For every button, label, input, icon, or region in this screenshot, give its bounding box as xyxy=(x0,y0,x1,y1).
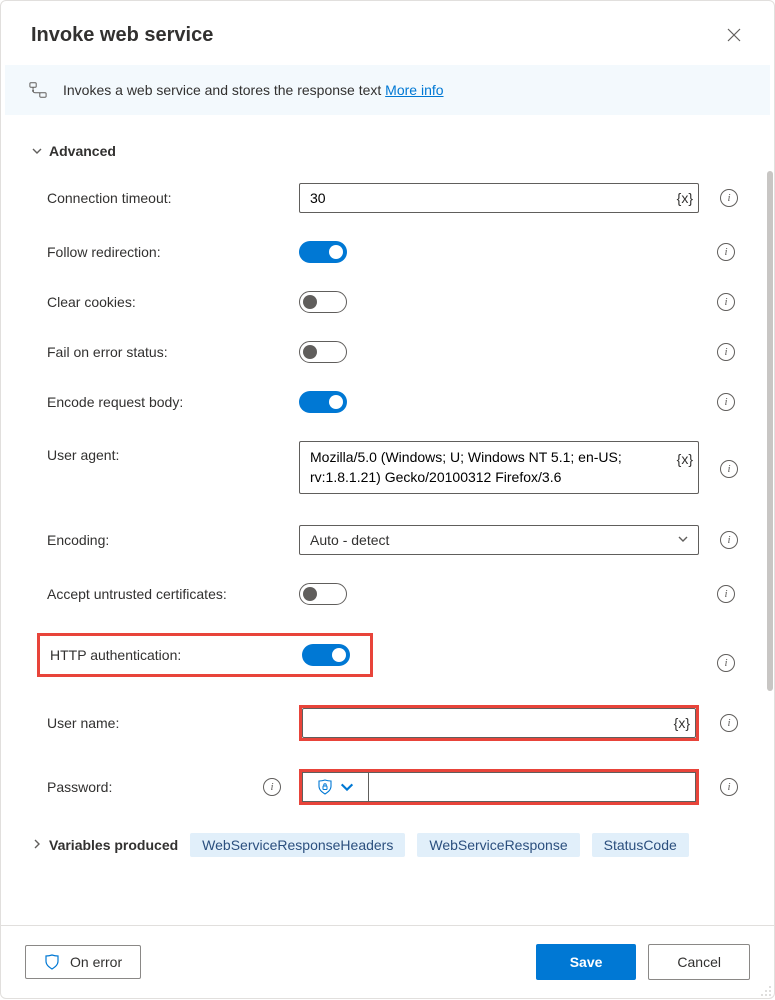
label-connection-timeout: Connection timeout: xyxy=(47,190,287,206)
label-encode-body: Encode request body: xyxy=(47,394,287,410)
shield-icon xyxy=(44,954,60,970)
save-button[interactable]: Save xyxy=(536,944,637,980)
info-icon[interactable]: i xyxy=(717,393,735,411)
dialog-body: Advanced Connection timeout: {x} i Follo… xyxy=(1,115,774,925)
encoding-select[interactable]: Auto - detect xyxy=(299,525,699,555)
info-icon[interactable]: i xyxy=(720,189,738,207)
label-accept-untrusted: Accept untrusted certificates: xyxy=(47,586,287,602)
follow-redirection-toggle[interactable] xyxy=(299,241,347,263)
variable-chip[interactable]: WebServiceResponse xyxy=(417,833,579,857)
variable-picker-icon[interactable]: {x} xyxy=(674,715,690,731)
banner-description: Invokes a web service and stores the res… xyxy=(63,82,385,98)
variables-produced-row: Variables produced WebServiceResponseHea… xyxy=(31,833,744,857)
label-follow-redirection: Follow redirection: xyxy=(47,244,287,260)
shield-lock-icon xyxy=(317,779,333,795)
http-auth-toggle[interactable] xyxy=(302,644,350,666)
info-icon[interactable]: i xyxy=(717,585,735,603)
variables-produced-header[interactable]: Variables produced xyxy=(31,837,178,853)
resize-grip[interactable] xyxy=(760,984,772,996)
close-button[interactable] xyxy=(718,19,750,51)
variable-chip[interactable]: StatusCode xyxy=(592,833,689,857)
row-user-agent: User agent: Mozilla/5.0 (Windows; U; Win… xyxy=(31,441,744,497)
variable-chip[interactable]: WebServiceResponseHeaders xyxy=(190,833,405,857)
dialog-title: Invoke web service xyxy=(31,24,213,47)
label-fail-on-error: Fail on error status: xyxy=(47,344,287,360)
clear-cookies-toggle[interactable] xyxy=(299,291,347,313)
info-icon[interactable]: i xyxy=(717,654,735,672)
row-encoding: Encoding: Auto - detect i xyxy=(31,525,744,555)
advanced-section-header[interactable]: Advanced xyxy=(31,143,744,159)
chevron-down-icon xyxy=(31,145,43,157)
info-icon[interactable]: i xyxy=(720,531,738,549)
more-info-link[interactable]: More info xyxy=(385,82,443,98)
row-http-auth: HTTP authentication: xyxy=(37,633,373,677)
advanced-label: Advanced xyxy=(49,143,116,159)
row-clear-cookies: Clear cookies: i xyxy=(31,291,744,313)
on-error-button[interactable]: On error xyxy=(25,945,141,979)
label-password: Password: xyxy=(47,779,287,795)
fail-on-error-toggle[interactable] xyxy=(299,341,347,363)
invoke-web-service-dialog: Invoke web service Invokes a web service… xyxy=(0,0,775,999)
chevron-right-icon xyxy=(31,837,43,853)
info-icon[interactable]: i xyxy=(720,778,738,796)
row-http-auth-outer: HTTP authentication: i xyxy=(31,633,744,693)
banner-text: Invokes a web service and stores the res… xyxy=(63,82,444,98)
variables-produced-label: Variables produced xyxy=(49,837,178,853)
row-fail-on-error: Fail on error status: i xyxy=(31,341,744,363)
row-encode-body: Encode request body: i xyxy=(31,391,744,413)
on-error-label: On error xyxy=(70,954,122,970)
accept-untrusted-toggle[interactable] xyxy=(299,583,347,605)
row-username: User name: {x} i xyxy=(31,705,744,741)
scrollbar[interactable] xyxy=(767,131,773,918)
info-icon[interactable]: i xyxy=(720,460,738,478)
row-password: Password: i i xyxy=(31,769,744,805)
label-clear-cookies: Clear cookies: xyxy=(47,294,287,310)
info-icon[interactable]: i xyxy=(717,243,735,261)
variable-picker-icon[interactable]: {x} xyxy=(677,190,693,206)
cancel-button[interactable]: Cancel xyxy=(648,944,750,980)
dialog-footer: On error Save Cancel xyxy=(1,925,774,998)
username-input[interactable] xyxy=(302,708,696,738)
label-http-auth: HTTP authentication: xyxy=(50,647,290,663)
info-icon[interactable]: i xyxy=(717,343,735,361)
info-banner: Invokes a web service and stores the res… xyxy=(5,65,770,115)
web-service-icon xyxy=(29,81,47,99)
label-user-agent: User agent: xyxy=(47,441,287,463)
password-input[interactable] xyxy=(368,772,696,802)
label-username: User name: xyxy=(47,715,287,731)
variable-picker-icon[interactable]: {x} xyxy=(677,451,693,467)
chevron-down-icon xyxy=(339,779,355,795)
row-follow-redirection: Follow redirection: i xyxy=(31,241,744,263)
info-icon[interactable]: i xyxy=(720,714,738,732)
label-encoding: Encoding: xyxy=(47,532,287,548)
user-agent-input[interactable]: Mozilla/5.0 (Windows; U; Windows NT 5.1;… xyxy=(299,441,699,494)
row-accept-untrusted: Accept untrusted certificates: i xyxy=(31,583,744,605)
dialog-header: Invoke web service xyxy=(1,1,774,65)
info-icon[interactable]: i xyxy=(717,293,735,311)
encode-body-toggle[interactable] xyxy=(299,391,347,413)
password-secret-picker[interactable] xyxy=(302,772,368,802)
connection-timeout-input[interactable] xyxy=(299,183,699,213)
scrollbar-thumb[interactable] xyxy=(767,171,773,691)
row-connection-timeout: Connection timeout: {x} i xyxy=(31,183,744,213)
close-icon xyxy=(727,28,741,42)
